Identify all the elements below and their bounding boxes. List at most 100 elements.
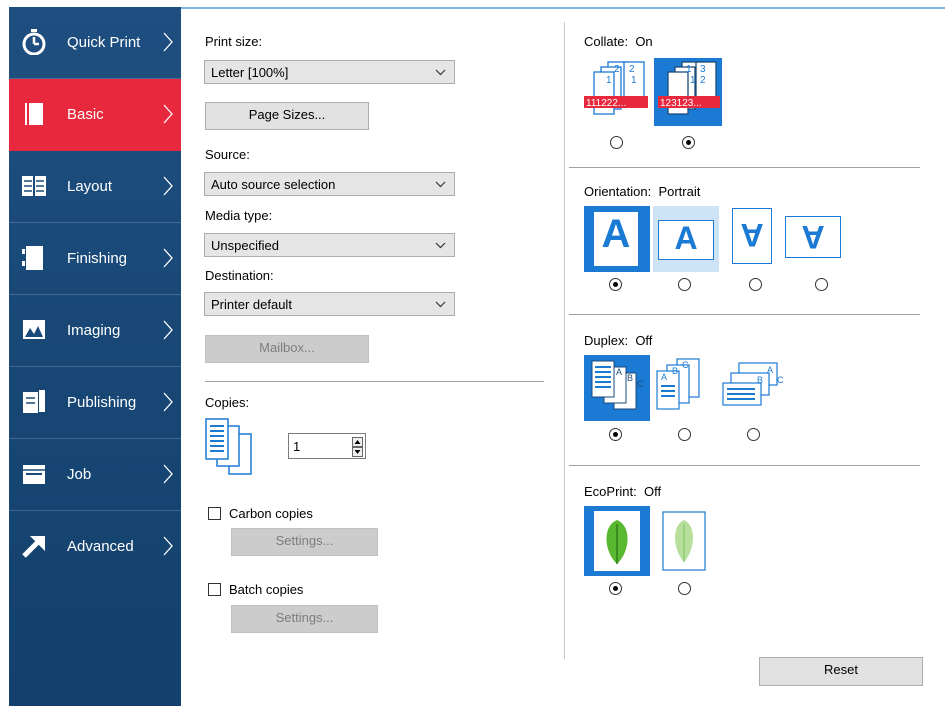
spin-down-button[interactable] [352,447,363,457]
orientation-label: Orientation: [584,184,652,199]
triangle-up-icon [354,440,361,444]
svg-text:C: C [777,375,784,385]
page-icon [25,103,43,125]
orientation-heading: Orientation: Portrait [584,184,700,199]
duplex-heading: Duplex: Off [584,333,652,348]
svg-text:3: 3 [700,64,706,75]
print-size-dropdown[interactable]: Letter [100%] [204,60,455,84]
sidebar-item-advanced[interactable]: Advanced [9,511,181,583]
orientation-rotated-portrait-option[interactable]: A [730,206,774,266]
spin-up-button[interactable] [352,437,363,447]
imaging-icon [23,320,45,339]
copies-spinner[interactable] [288,433,366,459]
basic-settings-panel: Print size: Letter [100%] Page Sizes... … [191,20,546,670]
leaf-page-icon [594,511,640,571]
section-divider [569,465,920,466]
ecoprint-on-option[interactable] [661,510,707,572]
chevron-right-icon [163,392,173,412]
sidebar-item-label: Layout [67,178,113,195]
svg-text:2: 2 [629,64,635,75]
chevron-right-icon [163,464,173,484]
ecoprint-heading: EcoPrint: Off [584,484,661,499]
svg-text:A: A [616,367,622,377]
source-label: Source: [205,147,250,162]
publishing-icon [23,390,45,413]
svg-text:B: B [627,373,633,383]
duplex-off-radio[interactable] [609,428,622,441]
orientation-landscape-option[interactable]: A [653,206,719,272]
duplex-off-option[interactable]: A B C [584,355,650,421]
chevron-right-icon [163,536,173,556]
orientation-glyph: A [740,217,764,253]
ecoprint-off-radio[interactable] [609,582,622,595]
duplex-short-edge-radio[interactable] [747,428,760,441]
sidebar-item-imaging[interactable]: Imaging [9,295,181,367]
reset-button[interactable]: Reset [759,657,923,686]
carbon-copies-label: Carbon copies [229,506,313,521]
orientation-portrait-option[interactable]: A [584,206,650,272]
orientation-portrait-radio[interactable] [609,278,622,291]
svg-text:B: B [672,366,678,376]
source-dropdown[interactable]: Auto source selection [204,172,455,196]
section-divider [569,167,920,168]
top-border [181,7,945,9]
svg-text:2: 2 [700,75,706,86]
section-divider [205,381,544,382]
batch-copies-checkbox[interactable] [208,583,221,596]
copies-label: Copies: [205,395,250,410]
media-type-value: Unspecified [211,238,279,253]
sidebar-item-basic[interactable]: Basic [9,79,181,151]
stopwatch-icon [22,29,46,55]
orientation-rotated-landscape-radio[interactable] [815,278,828,291]
page-sizes-button[interactable]: Page Sizes... [205,102,369,130]
carbon-copies-checkbox[interactable] [208,507,221,520]
orientation-rotated-portrait-radio[interactable] [749,278,762,291]
job-icon [23,465,45,484]
carbon-settings-button[interactable]: Settings... [231,528,378,556]
svg-text:1: 1 [686,64,692,75]
sidebar-item-publishing[interactable]: Publishing [9,367,181,439]
sidebar-item-label: Imaging [67,322,121,339]
media-type-dropdown[interactable]: Unspecified [204,233,455,257]
svg-text:A: A [661,372,667,382]
duplex-short-edge-option[interactable]: A B C [717,355,787,421]
ecoprint-off-option[interactable] [584,506,650,576]
chevron-right-icon [163,320,173,340]
leaf-page-light-icon [662,511,706,571]
svg-text:1: 1 [631,75,637,86]
orientation-value: Portrait [658,184,701,199]
destination-dropdown[interactable]: Printer default [204,292,455,316]
sidebar-item-layout[interactable]: Layout [9,151,181,223]
svg-text:B: B [757,375,763,385]
collate-on-radio[interactable] [682,136,695,149]
chevron-right-icon [163,32,173,52]
sidebar-item-job[interactable]: Job [9,439,181,511]
section-divider [569,314,920,315]
collate-off-option[interactable]: 2 2 1 1 111222... [584,58,648,126]
orientation-glyph: A [601,212,631,256]
duplex-long-edge-icon: C B A [656,358,700,410]
sidebar-item-label: Job [67,466,92,483]
collate-on-option[interactable]: 1 3 1 2 123123... [654,58,722,126]
orientation-landscape-radio[interactable] [678,278,691,291]
batch-settings-button[interactable]: Settings... [231,605,378,633]
ecoprint-value: Off [643,484,662,499]
collate-off-radio[interactable] [610,136,623,149]
sidebar-item-label: Basic [67,106,104,123]
ecoprint-on-radio[interactable] [678,582,691,595]
print-size-label: Print size: [205,34,263,49]
duplex-short-edge-icon: A B C [722,362,784,406]
svg-text:1: 1 [690,75,696,86]
collate-value: On [635,34,653,49]
sidebar-item-quick-print[interactable]: Quick Print [9,7,181,79]
duplex-long-edge-radio[interactable] [678,428,691,441]
chevron-down-icon [435,181,446,188]
duplex-long-edge-option[interactable]: C B A [653,355,711,421]
svg-text:C: C [637,379,644,389]
sidebar: Quick Print Basic Layout Finishing Imagi… [9,7,181,706]
orientation-rotated-landscape-option[interactable]: A [785,216,841,258]
orientation-glyph: A [674,220,698,256]
copies-input[interactable] [293,437,333,455]
sidebar-item-finishing[interactable]: Finishing [9,223,181,295]
mailbox-button[interactable]: Mailbox... [205,335,369,363]
